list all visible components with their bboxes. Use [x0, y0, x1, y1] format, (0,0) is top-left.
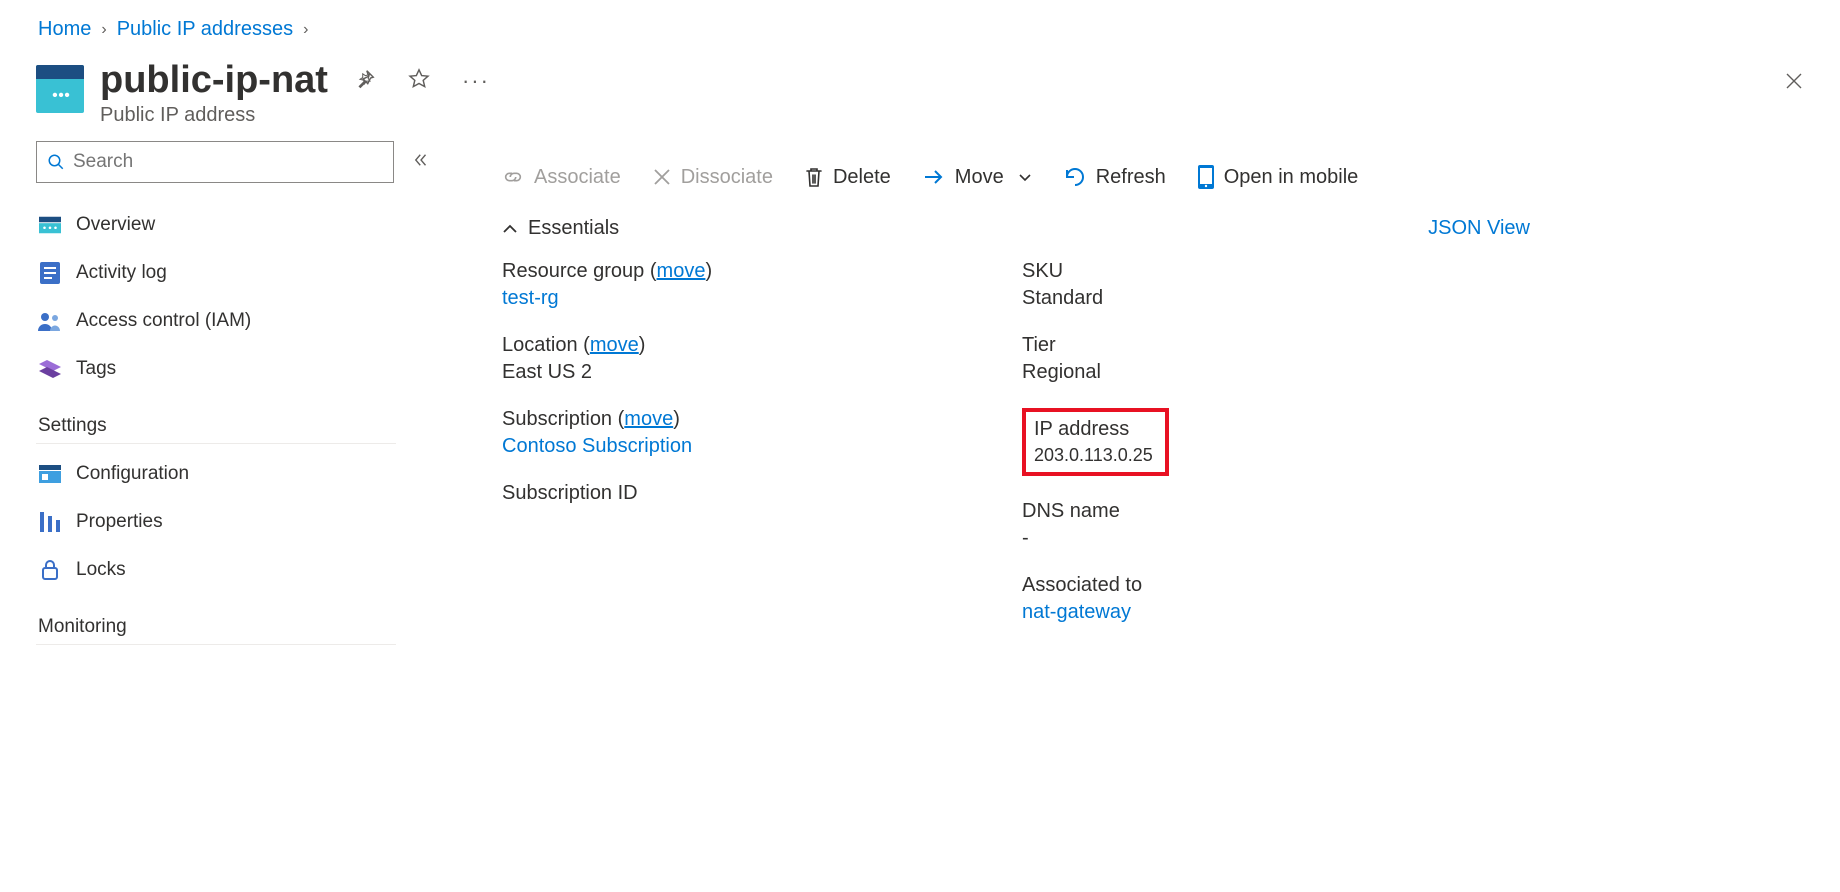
star-icon [408, 68, 430, 90]
search-input[interactable] [73, 151, 383, 173]
public-ip-resource-icon [36, 65, 84, 113]
json-view-link[interactable]: JSON View [1428, 217, 1530, 240]
breadcrumb: Home › Public IP addresses › [0, 0, 1840, 41]
essentials-toggle[interactable]: Essentials [502, 217, 619, 240]
collapse-sidebar-button[interactable] [412, 151, 430, 174]
sidebar: Overview Activity log Access control (IA… [0, 141, 440, 651]
delete-button[interactable]: Delete [805, 166, 891, 189]
page-subtitle: Public IP address [100, 104, 494, 127]
associate-button: Associate [502, 166, 621, 189]
pin-icon [354, 68, 376, 90]
field-sku: SKU Standard [1022, 260, 1169, 310]
sidebar-item-label: Properties [76, 511, 163, 533]
overview-icon [38, 216, 62, 234]
sidebar-item-label: Access control (IAM) [76, 310, 251, 332]
chevron-right-icon: › [101, 21, 106, 39]
close-button[interactable] [1782, 69, 1806, 96]
ip-address-value: 203.0.113.0.25 [1034, 445, 1153, 466]
access-control-icon [38, 311, 62, 331]
sidebar-item-label: Overview [76, 214, 155, 236]
configuration-icon [38, 465, 62, 483]
sidebar-section-settings: Settings [36, 393, 396, 444]
breadcrumb-home[interactable]: Home [38, 18, 91, 41]
sidebar-search[interactable] [36, 141, 394, 183]
sidebar-section-monitoring: Monitoring [36, 594, 396, 645]
field-associated-to: Associated to nat-gateway [1022, 574, 1169, 624]
sidebar-item-access-control[interactable]: Access control (IAM) [36, 297, 440, 345]
associated-to-value[interactable]: nat-gateway [1022, 601, 1169, 624]
ellipsis-icon: ··· [462, 68, 490, 93]
move-button[interactable]: Move [923, 166, 1032, 189]
more-button[interactable]: ··· [458, 64, 494, 98]
tags-icon [38, 360, 62, 378]
search-icon [47, 153, 65, 171]
dissociate-button: Dissociate [653, 166, 773, 189]
open-mobile-button[interactable]: Open in mobile [1198, 165, 1359, 189]
link-icon [502, 168, 524, 186]
sidebar-item-overview[interactable]: Overview [36, 201, 440, 249]
sidebar-item-configuration[interactable]: Configuration [36, 450, 440, 498]
essentials-panel: Resource group (move) test-rg Location (… [502, 260, 1810, 624]
sidebar-item-activity-log[interactable]: Activity log [36, 249, 440, 297]
breadcrumb-parent[interactable]: Public IP addresses [117, 18, 293, 41]
sidebar-item-locks[interactable]: Locks [36, 546, 440, 594]
chevron-right-icon: › [303, 21, 308, 39]
move-subscription-link[interactable]: move [624, 408, 673, 430]
chevron-up-icon [502, 223, 518, 235]
chevron-double-left-icon [412, 151, 430, 169]
refresh-button[interactable]: Refresh [1064, 166, 1166, 189]
field-location: Location (move) East US 2 [502, 334, 962, 384]
field-ip-address: IP address 203.0.113.0.25 [1022, 408, 1169, 476]
field-tier: Tier Regional [1022, 334, 1169, 384]
move-location-link[interactable]: move [590, 334, 639, 356]
toolbar: Associate Dissociate Delete Move [502, 165, 1810, 189]
close-icon [1782, 69, 1806, 93]
move-resource-group-link[interactable]: move [657, 260, 706, 282]
properties-icon [38, 512, 62, 532]
tier-value: Regional [1022, 361, 1169, 384]
field-resource-group: Resource group (move) test-rg [502, 260, 962, 310]
page-header: public-ip-nat ··· Public IP address [0, 41, 1840, 127]
sku-value: Standard [1022, 287, 1169, 310]
mobile-icon [1198, 165, 1214, 189]
chevron-down-icon [1018, 166, 1032, 189]
sidebar-item-label: Locks [76, 559, 126, 581]
trash-icon [805, 166, 823, 188]
favorite-button[interactable] [404, 64, 434, 98]
location-value: East US 2 [502, 361, 962, 384]
locks-icon [38, 559, 62, 581]
sidebar-item-properties[interactable]: Properties [36, 498, 440, 546]
field-subscription-id: Subscription ID [502, 482, 962, 505]
sidebar-item-label: Configuration [76, 463, 189, 485]
resource-group-value[interactable]: test-rg [502, 287, 962, 310]
dns-value: - [1022, 527, 1169, 550]
pin-button[interactable] [350, 64, 380, 98]
main-content: Associate Dissociate Delete Move [440, 141, 1840, 651]
page-title: public-ip-nat [100, 59, 328, 102]
activity-log-icon [38, 262, 62, 284]
arrow-right-icon [923, 168, 945, 186]
x-icon [653, 168, 671, 186]
ip-address-highlight: IP address 203.0.113.0.25 [1022, 408, 1169, 476]
sidebar-item-tags[interactable]: Tags [36, 345, 440, 393]
subscription-value[interactable]: Contoso Subscription [502, 435, 962, 458]
field-dns-name: DNS name - [1022, 500, 1169, 550]
field-subscription: Subscription (move) Contoso Subscription [502, 408, 962, 458]
sidebar-item-label: Activity log [76, 262, 167, 284]
refresh-icon [1064, 166, 1086, 188]
sidebar-item-label: Tags [76, 358, 116, 380]
